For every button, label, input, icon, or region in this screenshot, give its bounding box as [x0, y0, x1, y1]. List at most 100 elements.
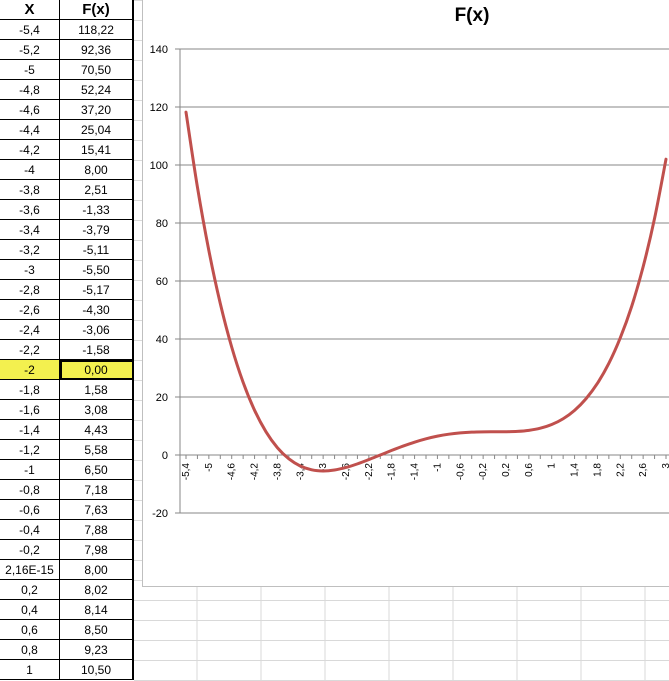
- table-row: -1,8 1,58: [0, 380, 134, 400]
- cell-fx[interactable]: -1,33: [60, 200, 134, 220]
- cell-x[interactable]: -1,8: [0, 380, 60, 400]
- table-row: -3,6 -1,33: [0, 200, 134, 220]
- cell-x[interactable]: -5,4: [0, 20, 60, 40]
- cell-fx[interactable]: 5,58: [60, 440, 134, 460]
- cell-fx[interactable]: F(x): [60, 0, 134, 20]
- table-row: -2,8 -5,17: [0, 280, 134, 300]
- cell-x[interactable]: 0,8: [0, 640, 60, 660]
- table-row: -3,2 -5,11: [0, 240, 134, 260]
- table-row: -2,2 -1,58: [0, 340, 134, 360]
- cell-fx[interactable]: 0,00: [60, 360, 134, 380]
- cell-x[interactable]: 0,2: [0, 580, 60, 600]
- cell-x[interactable]: -0,2: [0, 540, 60, 560]
- table-row: -1,4 4,43: [0, 420, 134, 440]
- table-row: -1 6,50: [0, 460, 134, 480]
- cell-fx[interactable]: 9,23: [60, 640, 134, 660]
- cell-x[interactable]: -3,8: [0, 180, 60, 200]
- cell-fx[interactable]: 4,43: [60, 420, 134, 440]
- cell-x[interactable]: -1,6: [0, 400, 60, 420]
- cell-fx[interactable]: 8,00: [60, 160, 134, 180]
- cell-x[interactable]: -3,6: [0, 200, 60, 220]
- table-row: -4,4 25,04: [0, 120, 134, 140]
- cell-x[interactable]: -3: [0, 260, 60, 280]
- cell-fx[interactable]: 118,22: [60, 20, 134, 40]
- table-row: -0,2 7,98: [0, 540, 134, 560]
- table-row: -3,8 2,51: [0, 180, 134, 200]
- cell-fx[interactable]: 8,02: [60, 580, 134, 600]
- cell-fx[interactable]: 10,50: [60, 660, 134, 680]
- cell-x[interactable]: -1: [0, 460, 60, 480]
- table-row: -5,2 92,36: [0, 40, 134, 60]
- cell-fx[interactable]: -5,11: [60, 240, 134, 260]
- chart-title: F(x): [454, 5, 490, 26]
- cell-fx[interactable]: 92,36: [60, 40, 134, 60]
- cell-x[interactable]: -2,4: [0, 320, 60, 340]
- cell-x[interactable]: -0,4: [0, 520, 60, 540]
- table-row: 0,4 8,14: [0, 600, 134, 620]
- cell-fx[interactable]: -3,79: [60, 220, 134, 240]
- cell-fx[interactable]: 52,24: [60, 80, 134, 100]
- spreadsheet: F(x) -20 0 20 40 60 80 100 120 140 -5,4 -5 -4,6 -4,2…: [0, 0, 669, 681]
- cell-x[interactable]: -2,6: [0, 300, 60, 320]
- cell-fx[interactable]: 8,14: [60, 600, 134, 620]
- table-row-selected: -2 0,00: [0, 360, 134, 380]
- cell-fx[interactable]: 15,41: [60, 140, 134, 160]
- table-row: -2,6 -4,30: [0, 300, 134, 320]
- cell-x[interactable]: 1: [0, 660, 60, 680]
- table-row: -4,2 15,41: [0, 140, 134, 160]
- table-row: -2,4 -3,06: [0, 320, 134, 340]
- cell-fx[interactable]: 8,00: [60, 560, 134, 580]
- table-row: -0,8 7,18: [0, 480, 134, 500]
- cell-fx[interactable]: 2,51: [60, 180, 134, 200]
- cell-fx[interactable]: 6,50: [60, 460, 134, 480]
- cell-fx[interactable]: 3,08: [60, 400, 134, 420]
- cell-fx[interactable]: 25,04: [60, 120, 134, 140]
- table-row: -5,4 118,22: [0, 20, 134, 40]
- cell-fx[interactable]: 70,50: [60, 60, 134, 80]
- table-row: 2,16E-15 8,00: [0, 560, 134, 580]
- table-row: -4,6 37,20: [0, 100, 134, 120]
- cell-fx[interactable]: 37,20: [60, 100, 134, 120]
- table-row: 0,8 9,23: [0, 640, 134, 660]
- cell-fx[interactable]: -1,58: [60, 340, 134, 360]
- cell-x[interactable]: -1,4: [0, 420, 60, 440]
- table-row: -0,4 7,88: [0, 520, 134, 540]
- cell-fx[interactable]: 7,18: [60, 480, 134, 500]
- cell-x[interactable]: -4,6: [0, 100, 60, 120]
- cell-fx[interactable]: 7,98: [60, 540, 134, 560]
- table-header: X F(x): [0, 0, 134, 20]
- cell-fx[interactable]: -5,17: [60, 280, 134, 300]
- table-row: -1,6 3,08: [0, 400, 134, 420]
- table-row: -3,4 -3,79: [0, 220, 134, 240]
- cell-x[interactable]: -5,2: [0, 40, 60, 60]
- cell-x[interactable]: -2: [0, 360, 60, 380]
- cell-x[interactable]: -4,8: [0, 80, 60, 100]
- cell-x[interactable]: 0,6: [0, 620, 60, 640]
- cell-fx[interactable]: -5,50: [60, 260, 134, 280]
- chart-area[interactable]: [142, 0, 669, 587]
- cell-fx[interactable]: 7,63: [60, 500, 134, 520]
- cell-fx[interactable]: -3,06: [60, 320, 134, 340]
- cell-x[interactable]: -1,2: [0, 440, 60, 460]
- cell-x[interactable]: -4: [0, 160, 60, 180]
- cell-x[interactable]: -0,8: [0, 480, 60, 500]
- cell-x[interactable]: -4,4: [0, 120, 60, 140]
- cell-fx[interactable]: 7,88: [60, 520, 134, 540]
- table-row: -4,8 52,24: [0, 80, 134, 100]
- cell-x[interactable]: -0,6: [0, 500, 60, 520]
- cell-x[interactable]: -3,4: [0, 220, 60, 240]
- cell-x[interactable]: -5: [0, 60, 60, 80]
- table-row: 0,6 8,50: [0, 620, 134, 640]
- cell-x[interactable]: -2,2: [0, 340, 60, 360]
- cell-fx[interactable]: 1,58: [60, 380, 134, 400]
- cell-x[interactable]: 2,16E-15: [0, 560, 60, 580]
- cell-x[interactable]: X: [0, 0, 60, 20]
- cell-x[interactable]: -2,8: [0, 280, 60, 300]
- table-row: -3 -5,50: [0, 260, 134, 280]
- cell-x[interactable]: 0,4: [0, 600, 60, 620]
- table-row: -1,2 5,58: [0, 440, 134, 460]
- cell-x[interactable]: -3,2: [0, 240, 60, 260]
- cell-fx[interactable]: -4,30: [60, 300, 134, 320]
- cell-fx[interactable]: 8,50: [60, 620, 134, 640]
- cell-x[interactable]: -4,2: [0, 140, 60, 160]
